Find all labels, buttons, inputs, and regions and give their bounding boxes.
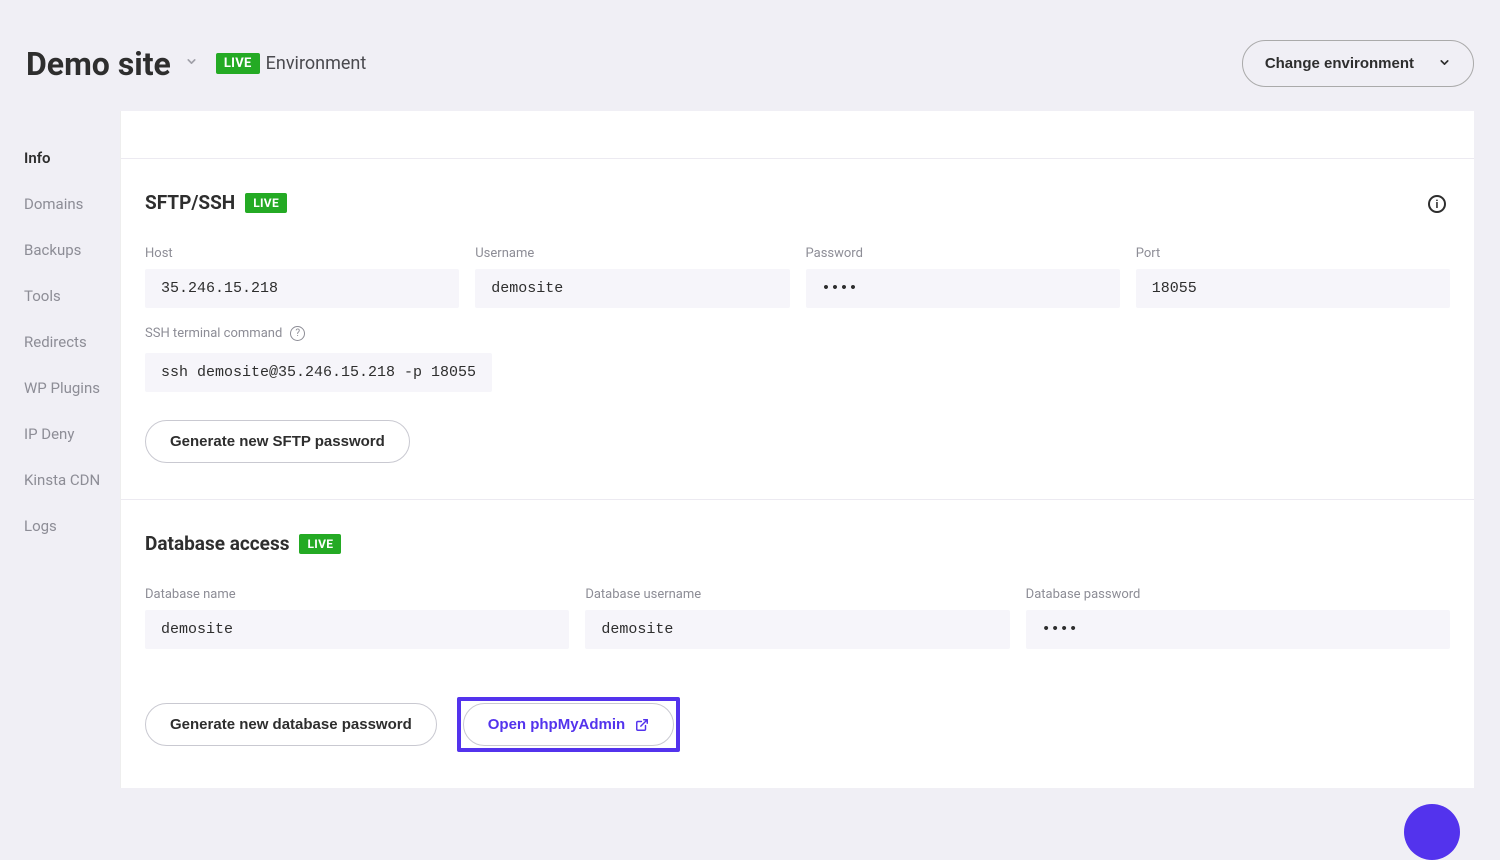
db-name-field: Database name demosite — [145, 587, 569, 649]
environment-label: Environment — [266, 53, 367, 74]
button-label: Generate new database password — [170, 716, 412, 733]
sidebar-item-logs[interactable]: Logs — [24, 517, 120, 535]
sidebar-item-domains[interactable]: Domains — [24, 195, 120, 213]
db-username-value[interactable]: demosite — [585, 610, 1009, 649]
sidebar-item-tools[interactable]: Tools — [24, 287, 120, 305]
sftp-password-value[interactable]: •••• — [806, 269, 1120, 308]
ssh-command-value[interactable]: ssh demosite@35.246.15.218 -p 18055 — [145, 353, 492, 392]
sftp-port-value[interactable]: 18055 — [1136, 269, 1450, 308]
db-name-value[interactable]: demosite — [145, 610, 569, 649]
sidebar-item-kinsta-cdn[interactable]: Kinsta CDN — [24, 471, 120, 489]
generate-sftp-password-button[interactable]: Generate new SFTP password — [145, 420, 410, 463]
sftp-host-value[interactable]: 35.246.15.218 — [145, 269, 459, 308]
sftp-username-field: Username demosite — [475, 246, 789, 308]
field-label: Host — [145, 246, 459, 261]
live-badge: LIVE — [245, 193, 287, 213]
fab-button[interactable] — [1404, 804, 1460, 860]
sidebar-item-ip-deny[interactable]: IP Deny — [24, 425, 120, 443]
sftp-username-value[interactable]: demosite — [475, 269, 789, 308]
button-label: Generate new SFTP password — [170, 433, 385, 450]
sidebar-item-backups[interactable]: Backups — [24, 241, 120, 259]
ssh-command-label: SSH terminal command — [145, 326, 282, 341]
ssh-command-wrap: SSH terminal command ? ssh demosite@35.2… — [145, 326, 1450, 392]
field-label: Port — [1136, 246, 1450, 261]
db-password-field: Database password •••• — [1026, 587, 1450, 649]
change-environment-label: Change environment — [1265, 55, 1414, 72]
field-label: Database password — [1026, 587, 1450, 602]
sftp-heading-row: SFTP/SSH LIVE — [145, 191, 1450, 214]
external-link-icon — [635, 718, 649, 732]
change-environment-button[interactable]: Change environment — [1242, 40, 1474, 87]
live-badge: LIVE — [299, 534, 341, 554]
sftp-port-field: Port 18055 — [1136, 246, 1450, 308]
field-label: Database username — [585, 587, 1009, 602]
db-username-field: Database username demosite — [585, 587, 1009, 649]
panel-divider — [121, 111, 1474, 159]
sftp-password-field: Password •••• — [806, 246, 1120, 308]
chevron-down-icon — [1438, 56, 1451, 72]
sidebar-item-redirects[interactable]: Redirects — [24, 333, 120, 351]
page-header: Demo site LIVE Environment Change enviro… — [0, 0, 1500, 111]
database-heading-row: Database access LIVE — [145, 532, 1450, 555]
database-section: Database access LIVE Database name demos… — [121, 500, 1474, 788]
sidebar-item-wp-plugins[interactable]: WP Plugins — [24, 379, 120, 397]
sftp-host-field: Host 35.246.15.218 — [145, 246, 459, 308]
db-password-value[interactable]: •••• — [1026, 610, 1450, 649]
generate-db-password-button[interactable]: Generate new database password — [145, 703, 437, 746]
sidebar-item-info[interactable]: Info — [24, 149, 120, 167]
chevron-down-icon[interactable] — [185, 55, 198, 72]
field-label: Password — [806, 246, 1120, 261]
help-icon[interactable]: ? — [290, 326, 305, 341]
sftp-section: SFTP/SSH LIVE i Host 35.246.15.218 Usern… — [121, 159, 1474, 500]
sftp-heading: SFTP/SSH — [145, 191, 235, 214]
database-heading: Database access — [145, 532, 289, 555]
site-title: Demo site — [26, 45, 171, 83]
main-content: SFTP/SSH LIVE i Host 35.246.15.218 Usern… — [120, 111, 1474, 788]
sidebar: Info Domains Backups Tools Redirects WP … — [0, 111, 120, 788]
highlight-box: Open phpMyAdmin — [457, 697, 681, 752]
field-label: Username — [475, 246, 789, 261]
live-badge: LIVE — [216, 53, 260, 74]
field-label: Database name — [145, 587, 569, 602]
info-icon[interactable]: i — [1428, 195, 1446, 213]
button-label: Open phpMyAdmin — [488, 716, 626, 733]
open-phpmyadmin-button[interactable]: Open phpMyAdmin — [463, 703, 675, 746]
